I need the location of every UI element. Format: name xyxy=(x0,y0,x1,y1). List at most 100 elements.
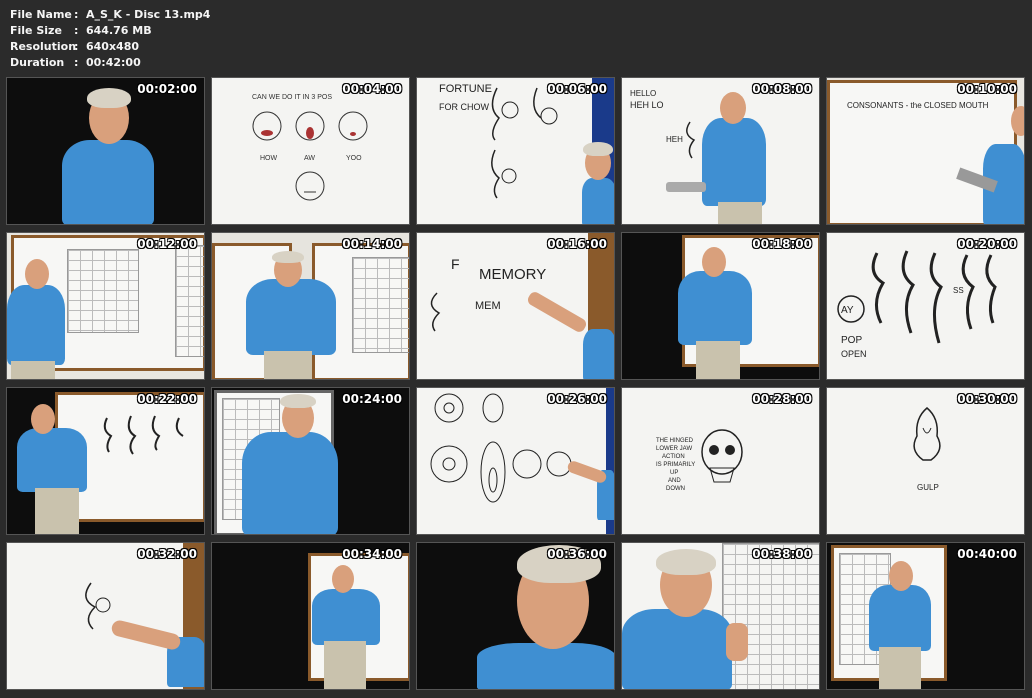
sketch-label: HOW xyxy=(260,155,278,162)
sketch-word: SS xyxy=(953,286,964,295)
sketch-word: THE HINGED xyxy=(656,438,694,444)
video-frame: FORTUNE FOR CHOW xyxy=(417,78,614,224)
thumbnail[interactable]: 00:26:00 xyxy=(416,387,615,535)
sketch-word: HEH xyxy=(666,135,683,144)
sketch-word: MEM xyxy=(475,300,501,312)
thumbnail[interactable]: GULP 00:30:00 xyxy=(826,387,1025,535)
thumbnail[interactable]: 00:36:00 xyxy=(416,542,615,690)
info-separator: : xyxy=(74,8,79,21)
sketch-word: UP xyxy=(670,470,678,476)
info-row-file-size: File Size : 644.76 MB xyxy=(10,23,210,39)
info-separator: : xyxy=(74,24,79,37)
video-frame xyxy=(622,543,819,689)
timestamp: 00:36:00 xyxy=(547,547,607,561)
timestamp: 00:02:00 xyxy=(137,82,197,96)
video-frame xyxy=(212,233,409,379)
video-frame xyxy=(7,78,204,224)
sketch-word: AY xyxy=(841,305,854,316)
sketch-word: F xyxy=(451,256,460,272)
thumbnail[interactable]: FORTUNE FOR CHOW 00:06:00 xyxy=(416,77,615,225)
sketch-word: GULP xyxy=(917,483,939,492)
info-row-file-name: File Name : A_S_K - Disc 13.mp4 xyxy=(10,7,210,23)
video-frame xyxy=(7,388,204,534)
sketch-word: HELLO xyxy=(630,89,656,98)
info-separator: : xyxy=(74,40,79,53)
timestamp: 00:30:00 xyxy=(957,392,1017,406)
sketch-caption: CAN WE DO IT IN 3 POS xyxy=(252,94,332,101)
info-label: Duration xyxy=(10,56,65,69)
video-frame: THE HINGED LOWER JAW ACTION IS PRIMARILY… xyxy=(622,388,819,534)
thumbnail[interactable]: 00:34:00 xyxy=(211,542,410,690)
info-row-resolution: Resolution : 640x480 xyxy=(10,39,210,55)
video-frame: GULP xyxy=(827,388,1024,534)
timestamp: 00:26:00 xyxy=(547,392,607,406)
sketch-word: DOWN xyxy=(666,486,685,492)
thumbnail[interactable]: 00:24:00 xyxy=(211,387,410,535)
timestamp: 00:32:00 xyxy=(137,547,197,561)
info-label: File Name xyxy=(10,8,72,21)
sketch-word: ACTION xyxy=(662,454,685,460)
info-value: 00:42:00 xyxy=(86,56,141,69)
face-sketches-icon xyxy=(430,393,572,503)
video-frame: F MEMORY MEM xyxy=(417,233,614,379)
thumbnail[interactable]: 00:38:00 xyxy=(621,542,820,690)
timestamp: 00:24:00 xyxy=(342,392,402,406)
timestamp: 00:04:00 xyxy=(342,82,402,96)
skull-sketch-icon: THE HINGED LOWER JAW ACTION IS PRIMARILY… xyxy=(656,429,743,492)
timestamp: 00:34:00 xyxy=(342,547,402,561)
sketch-word: IS PRIMARILY xyxy=(656,462,695,468)
video-frame: AY POP OPEN SS xyxy=(827,233,1024,379)
timestamp: 00:28:00 xyxy=(752,392,812,406)
timestamp: 00:18:00 xyxy=(752,237,812,251)
sketch-word: FORTUNE xyxy=(439,83,492,95)
sketch-word: FOR CHOW xyxy=(439,102,489,112)
sketch-word: CONSONANTS - the CLOSED MOUTH xyxy=(847,101,989,110)
info-label: Resolution xyxy=(10,40,77,53)
video-frame xyxy=(622,233,819,379)
thumbnail[interactable]: HELLO HEH LO HEH 00:08:00 xyxy=(621,77,820,225)
timestamp: 00:20:00 xyxy=(957,237,1017,251)
face-sketches-icon: CAN WE DO IT IN 3 POS HOW AW YOO xyxy=(252,94,368,201)
thumbnail[interactable]: 00:32:00 xyxy=(6,542,205,690)
video-frame xyxy=(212,543,409,689)
video-frame xyxy=(827,543,1024,689)
thumbnail[interactable]: 00:02:00 xyxy=(6,77,205,225)
info-row-duration: Duration : 00:42:00 xyxy=(10,55,210,71)
thumbnail[interactable]: CAN WE DO IT IN 3 POS HOW AW YOO 00:04:0… xyxy=(211,77,410,225)
thumbnail[interactable]: 00:22:00 xyxy=(6,387,205,535)
video-frame xyxy=(417,543,614,689)
info-value: 644.76 MB xyxy=(86,24,152,37)
video-frame xyxy=(7,233,204,379)
timestamp: 00:14:00 xyxy=(342,237,402,251)
thumbnail[interactable]: 00:14:00 xyxy=(211,232,410,380)
thumbnail[interactable]: 00:12:00 xyxy=(6,232,205,380)
timestamp: 00:06:00 xyxy=(547,82,607,96)
video-frame xyxy=(212,388,409,534)
sketch-word: LOWER JAW xyxy=(656,446,692,452)
sketch-label: AW xyxy=(304,155,315,162)
timestamp: 00:40:00 xyxy=(957,547,1017,561)
video-frame xyxy=(7,543,204,689)
gulp-sketch-icon: GULP xyxy=(913,407,941,492)
info-value: A_S_K - Disc 13.mp4 xyxy=(86,8,211,21)
thumbnail[interactable]: 00:18:00 xyxy=(621,232,820,380)
thumbnail[interactable]: CONSONANTS - the CLOSED MOUTH 00:10:00 xyxy=(826,77,1025,225)
info-label: File Size xyxy=(10,24,62,37)
timestamp: 00:22:00 xyxy=(137,392,197,406)
video-frame: HELLO HEH LO HEH xyxy=(622,78,819,224)
timestamp: 00:10:00 xyxy=(957,82,1017,96)
thumbnail[interactable]: F MEMORY MEM 00:16:00 xyxy=(416,232,615,380)
file-info-panel: File Name : A_S_K - Disc 13.mp4 File Siz… xyxy=(10,7,210,71)
timestamp: 00:16:00 xyxy=(547,237,607,251)
timestamp: 00:38:00 xyxy=(752,547,812,561)
sketch-word: MEMORY xyxy=(479,266,546,283)
thumbnail[interactable]: 00:40:00 xyxy=(826,542,1025,690)
info-value: 640x480 xyxy=(86,40,140,53)
video-frame: CAN WE DO IT IN 3 POS HOW AW YOO xyxy=(212,78,409,224)
sketch-label: YOO xyxy=(346,155,362,162)
thumbnail[interactable]: THE HINGED LOWER JAW ACTION IS PRIMARILY… xyxy=(621,387,820,535)
sketch-word: OPEN xyxy=(841,349,867,359)
mouth-sequence-icon: AY POP OPEN SS xyxy=(837,250,997,359)
sketch-word: POP xyxy=(841,335,862,346)
thumbnail[interactable]: AY POP OPEN SS 00:20:00 xyxy=(826,232,1025,380)
